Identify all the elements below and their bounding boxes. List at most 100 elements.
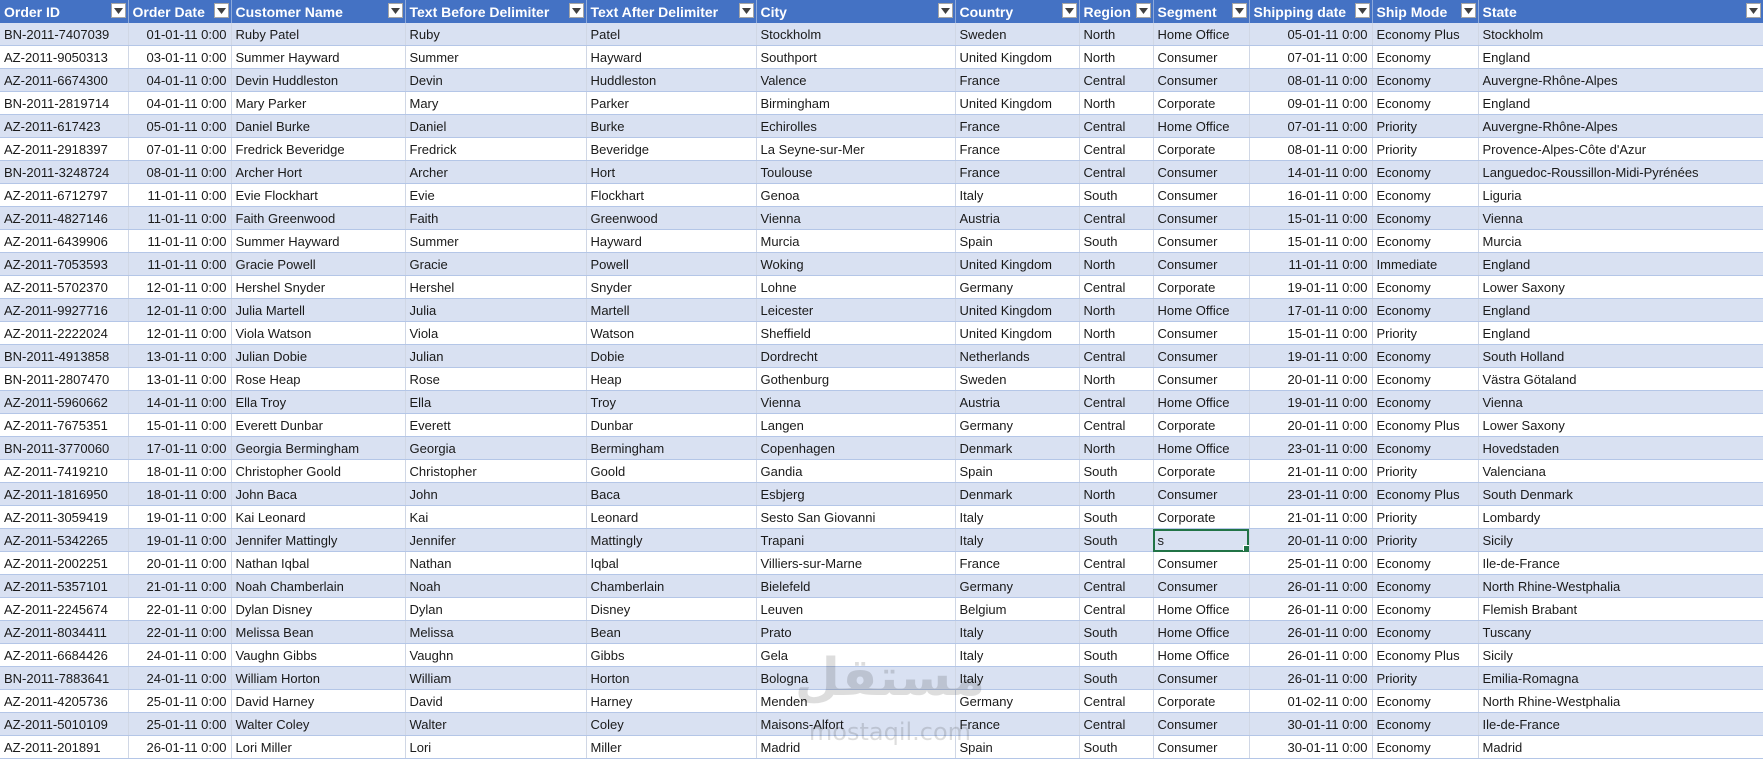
cell-order-id[interactable]: AZ-2011-2918397: [0, 137, 129, 161]
cell-order-date[interactable]: 18-01-11 0:00: [128, 482, 232, 506]
cell-country[interactable]: Germany: [955, 275, 1080, 299]
cell-region[interactable]: South: [1079, 643, 1154, 667]
cell-order-id[interactable]: AZ-2011-201891: [0, 735, 129, 759]
cell-ship-date[interactable]: 26-01-11 0:00: [1249, 597, 1373, 621]
cell-ship-mode[interactable]: Economy: [1372, 183, 1479, 207]
cell-before[interactable]: Viola: [405, 321, 587, 345]
column-header-segment[interactable]: Segment: [1153, 0, 1250, 23]
cell-order-date[interactable]: 11-01-11 0:00: [128, 183, 232, 207]
cell-after[interactable]: Dunbar: [586, 413, 757, 437]
cell-customer[interactable]: David Harney: [231, 689, 406, 713]
cell-ship-date[interactable]: 30-01-11 0:00: [1249, 712, 1373, 736]
column-header-ship-date[interactable]: Shipping date: [1249, 0, 1373, 23]
cell-state[interactable]: England: [1478, 91, 1763, 115]
cell-customer[interactable]: Evie Flockhart: [231, 183, 406, 207]
cell-city[interactable]: Vienna: [756, 206, 956, 230]
filter-dropdown-icon[interactable]: [1135, 3, 1151, 18]
cell-customer[interactable]: William Horton: [231, 666, 406, 690]
cell-region[interactable]: South: [1079, 620, 1154, 644]
cell-city[interactable]: Dordrecht: [756, 344, 956, 368]
cell-city[interactable]: Langen: [756, 413, 956, 437]
filter-dropdown-icon[interactable]: [1460, 3, 1476, 18]
cell-segment[interactable]: Consumer: [1153, 252, 1250, 276]
cell-state[interactable]: Sicily: [1478, 528, 1763, 552]
cell-state[interactable]: Liguria: [1478, 183, 1763, 207]
cell-state[interactable]: Sicily: [1478, 643, 1763, 667]
cell-after[interactable]: Dobie: [586, 344, 757, 368]
cell-region[interactable]: Central: [1079, 160, 1154, 184]
cell-after[interactable]: Parker: [586, 91, 757, 115]
cell-city[interactable]: La Seyne-sur-Mer: [756, 137, 956, 161]
cell-region[interactable]: North: [1079, 252, 1154, 276]
cell-state[interactable]: Stockholm: [1478, 23, 1763, 46]
cell-order-id[interactable]: AZ-2011-2222024: [0, 321, 129, 345]
column-header-before[interactable]: Text Before Delimiter: [405, 0, 587, 23]
cell-after[interactable]: Watson: [586, 321, 757, 345]
cell-ship-date[interactable]: 17-01-11 0:00: [1249, 298, 1373, 322]
cell-order-id[interactable]: AZ-2011-9927716: [0, 298, 129, 322]
column-header-state[interactable]: State: [1478, 0, 1763, 23]
cell-city[interactable]: Genoa: [756, 183, 956, 207]
cell-ship-date[interactable]: 07-01-11 0:00: [1249, 114, 1373, 138]
cell-before[interactable]: Rose: [405, 367, 587, 391]
cell-ship-mode[interactable]: Economy: [1372, 298, 1479, 322]
cell-region[interactable]: North: [1079, 482, 1154, 506]
cell-order-id[interactable]: BN-2011-7407039: [0, 23, 129, 46]
cell-ship-mode[interactable]: Economy Plus: [1372, 23, 1479, 46]
cell-ship-mode[interactable]: Economy: [1372, 712, 1479, 736]
cell-customer[interactable]: Viola Watson: [231, 321, 406, 345]
cell-segment[interactable]: Consumer: [1153, 68, 1250, 92]
cell-order-date[interactable]: 21-01-11 0:00: [128, 574, 232, 598]
cell-region[interactable]: Central: [1079, 344, 1154, 368]
cell-before[interactable]: Dylan: [405, 597, 587, 621]
cell-country[interactable]: Italy: [955, 505, 1080, 529]
filter-dropdown-icon[interactable]: [937, 3, 953, 18]
column-header-after[interactable]: Text After Delimiter: [586, 0, 757, 23]
cell-order-id[interactable]: AZ-2011-5702370: [0, 275, 129, 299]
cell-country[interactable]: Germany: [955, 689, 1080, 713]
cell-city[interactable]: Sheffield: [756, 321, 956, 345]
cell-order-date[interactable]: 04-01-11 0:00: [128, 68, 232, 92]
cell-order-id[interactable]: AZ-2011-7675351: [0, 413, 129, 437]
cell-customer[interactable]: Archer Hort: [231, 160, 406, 184]
cell-before[interactable]: Walter: [405, 712, 587, 736]
cell-after[interactable]: Martell: [586, 298, 757, 322]
cell-order-date[interactable]: 12-01-11 0:00: [128, 275, 232, 299]
cell-ship-date[interactable]: 15-01-11 0:00: [1249, 321, 1373, 345]
cell-state[interactable]: Hovedstaden: [1478, 436, 1763, 460]
cell-before[interactable]: Devin: [405, 68, 587, 92]
cell-country[interactable]: Spain: [955, 229, 1080, 253]
cell-ship-mode[interactable]: Economy: [1372, 229, 1479, 253]
cell-order-date[interactable]: 19-01-11 0:00: [128, 505, 232, 529]
cell-after[interactable]: Hayward: [586, 229, 757, 253]
cell-after[interactable]: Chamberlain: [586, 574, 757, 598]
cell-state[interactable]: Ile-de-France: [1478, 712, 1763, 736]
cell-customer[interactable]: Summer Hayward: [231, 45, 406, 69]
cell-order-id[interactable]: AZ-2011-6712797: [0, 183, 129, 207]
cell-order-date[interactable]: 01-01-11 0:00: [128, 23, 232, 46]
cell-order-date[interactable]: 22-01-11 0:00: [128, 620, 232, 644]
cell-country[interactable]: Sweden: [955, 367, 1080, 391]
cell-after[interactable]: Horton: [586, 666, 757, 690]
cell-region[interactable]: North: [1079, 367, 1154, 391]
cell-city[interactable]: Valence: [756, 68, 956, 92]
cell-state[interactable]: South Holland: [1478, 344, 1763, 368]
cell-customer[interactable]: Dylan Disney: [231, 597, 406, 621]
cell-state[interactable]: Madrid: [1478, 735, 1763, 759]
cell-country[interactable]: Italy: [955, 183, 1080, 207]
cell-before[interactable]: Nathan: [405, 551, 587, 575]
cell-segment[interactable]: Consumer: [1153, 183, 1250, 207]
cell-country[interactable]: United Kingdom: [955, 45, 1080, 69]
cell-ship-date[interactable]: 30-01-11 0:00: [1249, 735, 1373, 759]
cell-city[interactable]: Southport: [756, 45, 956, 69]
cell-state[interactable]: England: [1478, 252, 1763, 276]
cell-ship-mode[interactable]: Economy Plus: [1372, 482, 1479, 506]
cell-ship-mode[interactable]: Immediate: [1372, 252, 1479, 276]
cell-customer[interactable]: Georgia Bermingham: [231, 436, 406, 460]
cell-order-date[interactable]: 18-01-11 0:00: [128, 459, 232, 483]
cell-order-id[interactable]: AZ-2011-6684426: [0, 643, 129, 667]
cell-segment[interactable]: Home Office: [1153, 620, 1250, 644]
cell-order-id[interactable]: BN-2011-2807470: [0, 367, 129, 391]
cell-ship-mode[interactable]: Economy: [1372, 735, 1479, 759]
cell-segment[interactable]: Home Office: [1153, 597, 1250, 621]
